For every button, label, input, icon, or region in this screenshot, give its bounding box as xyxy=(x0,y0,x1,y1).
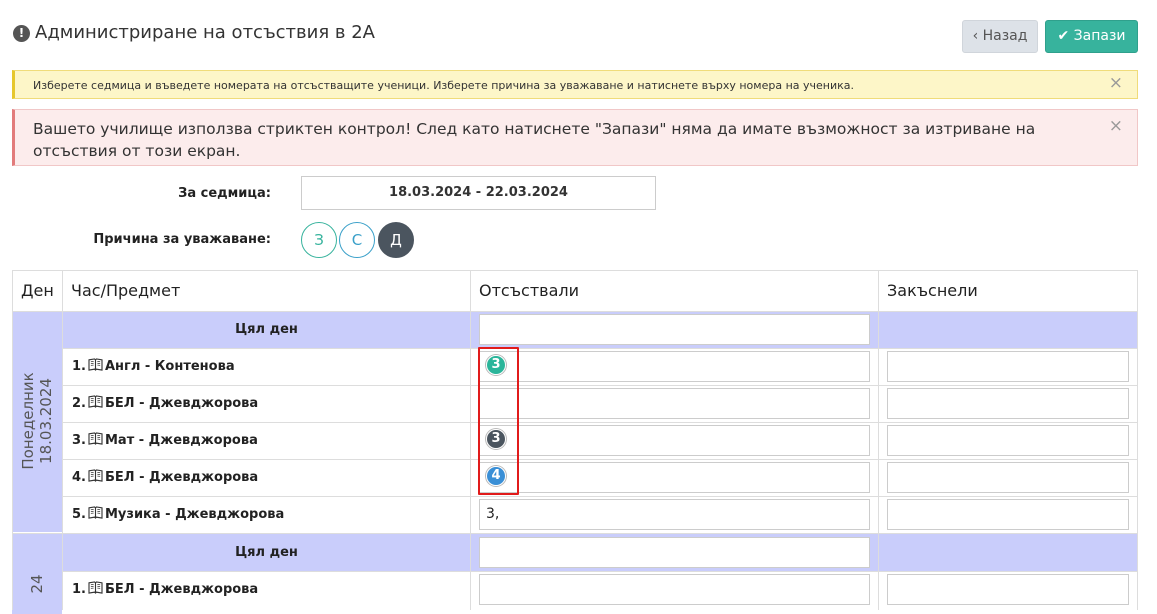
day-name: Понеделник xyxy=(19,372,37,470)
whole-day-label: Цял ден xyxy=(235,322,298,337)
info-alert-text: Изберете седмица и въведете номерата на … xyxy=(33,79,854,92)
whole-day-absent-input[interactable] xyxy=(479,314,870,345)
day-label: Понеделник 18.03.2024 xyxy=(19,372,55,469)
day-date: 18.03.2024 xyxy=(37,378,55,464)
book-icon xyxy=(88,506,103,519)
book-icon xyxy=(88,581,103,594)
late-input[interactable] xyxy=(887,388,1129,419)
save-button-label: Запази xyxy=(1073,28,1126,44)
absent-input[interactable] xyxy=(479,425,870,456)
reason-button-d[interactable]: Д xyxy=(378,222,414,258)
chevron-left-icon: ‹ xyxy=(972,28,979,44)
reason-label: Причина за уважаване: xyxy=(93,232,271,247)
day-cell: Понеделник 18.03.2024 xyxy=(12,311,62,532)
close-icon[interactable]: × xyxy=(1109,118,1123,135)
strict-alert-text: Вашето училище използва стриктен контрол… xyxy=(33,120,1036,160)
week-picker[interactable]: 18.03.2024 - 22.03.2024 xyxy=(301,176,656,210)
whole-day-label: Цял ден xyxy=(235,545,298,560)
reason-button-s[interactable]: С xyxy=(339,222,375,258)
book-icon xyxy=(88,432,103,445)
back-button[interactable]: ‹ Назад xyxy=(962,20,1038,53)
day-date: 24 xyxy=(28,574,46,594)
strict-control-alert: Вашето училище използва стриктен контрол… xyxy=(12,109,1138,166)
header-lesson: Час/Предмет xyxy=(71,281,181,300)
page-title: Администриране на отсъствия в 2А xyxy=(35,22,375,43)
absent-input[interactable] xyxy=(479,388,870,419)
absent-input[interactable]: 3, xyxy=(479,499,870,530)
late-input[interactable] xyxy=(887,574,1129,605)
lesson-label: 2. БЕЛ - Джевджорова xyxy=(72,395,259,411)
lesson-label: 5. Музика - Джевджорова xyxy=(72,506,285,522)
check-icon: ✔ xyxy=(1057,28,1070,44)
absent-input[interactable] xyxy=(479,462,870,493)
info-alert: Изберете седмица и въведете номерата на … xyxy=(12,70,1138,99)
close-icon[interactable]: × xyxy=(1109,75,1123,92)
back-button-label: Назад xyxy=(982,28,1028,44)
lesson-label: 3. Мат - Джевджорова xyxy=(72,432,258,448)
late-input[interactable] xyxy=(887,425,1129,456)
page-header: ! Администриране на отсъствия в 2А ‹ Наз… xyxy=(0,0,1157,62)
lesson-label: 1. Англ - Контенова xyxy=(72,358,235,374)
late-input[interactable] xyxy=(887,499,1129,530)
book-icon xyxy=(88,395,103,408)
absences-table: Понеделник 18.03.2024 24 Ден Час/Предмет… xyxy=(12,270,1138,614)
day-cell: 24 xyxy=(12,534,62,614)
lesson-label: 1. БЕЛ - Джевджорова xyxy=(72,581,259,597)
week-label: За седмица: xyxy=(178,186,271,201)
exclamation-circle-icon: ! xyxy=(13,25,30,42)
whole-day-absent-input[interactable] xyxy=(479,537,870,568)
absent-input[interactable] xyxy=(479,574,870,605)
late-input[interactable] xyxy=(887,351,1129,382)
header-late: Закъснели xyxy=(887,281,978,300)
save-button[interactable]: ✔ Запази xyxy=(1045,20,1138,53)
highlight-box xyxy=(478,347,519,495)
late-input[interactable] xyxy=(887,462,1129,493)
absent-input[interactable] xyxy=(479,351,870,382)
header-absent: Отсъствали xyxy=(479,281,579,300)
lesson-label: 4. БЕЛ - Джевджорова xyxy=(72,469,259,485)
book-icon xyxy=(88,358,103,371)
book-icon xyxy=(88,469,103,482)
reason-button-z[interactable]: З xyxy=(301,222,337,258)
header-day: Ден xyxy=(21,281,54,300)
